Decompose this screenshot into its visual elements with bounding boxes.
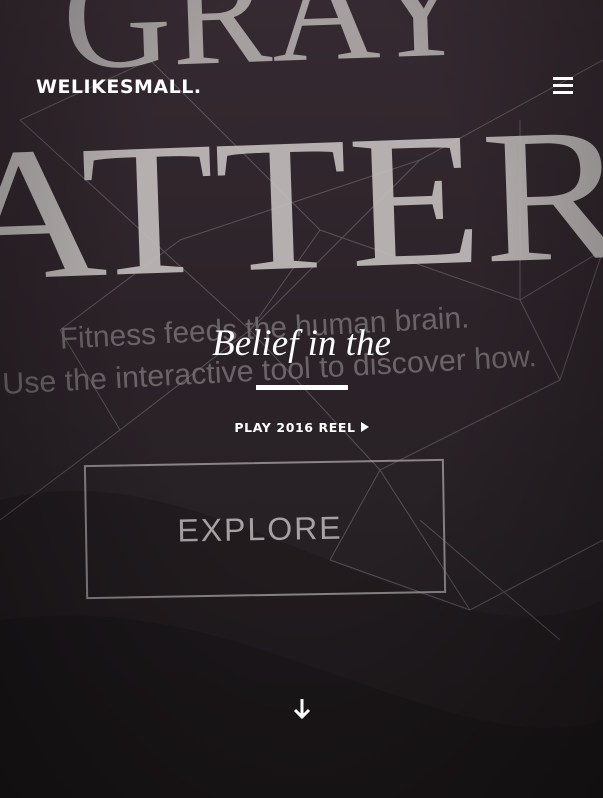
arrow-down-icon[interactable] [291,697,313,721]
hamburger-menu-icon[interactable] [553,76,575,96]
hero-section: GRAY ATTER Fitness feeds the human brain… [0,0,603,798]
hero-background-video: GRAY ATTER Fitness feeds the human brain… [0,0,603,798]
hero-tagline: Belief in the [212,323,391,364]
background-explore-label: EXPLORE [177,510,343,549]
background-headline-line2: ATTER [0,89,603,323]
menu-bar [553,91,573,94]
play-reel-label: PLAY 2016 REEL [234,420,356,435]
brand-logo[interactable]: WELIKESMALL. [36,76,202,98]
tagline-underline [256,385,348,390]
play-triangle-icon [360,422,369,432]
menu-bar [553,84,573,87]
menu-bar [553,77,573,80]
play-reel-link[interactable]: PLAY 2016 REEL [0,420,603,435]
